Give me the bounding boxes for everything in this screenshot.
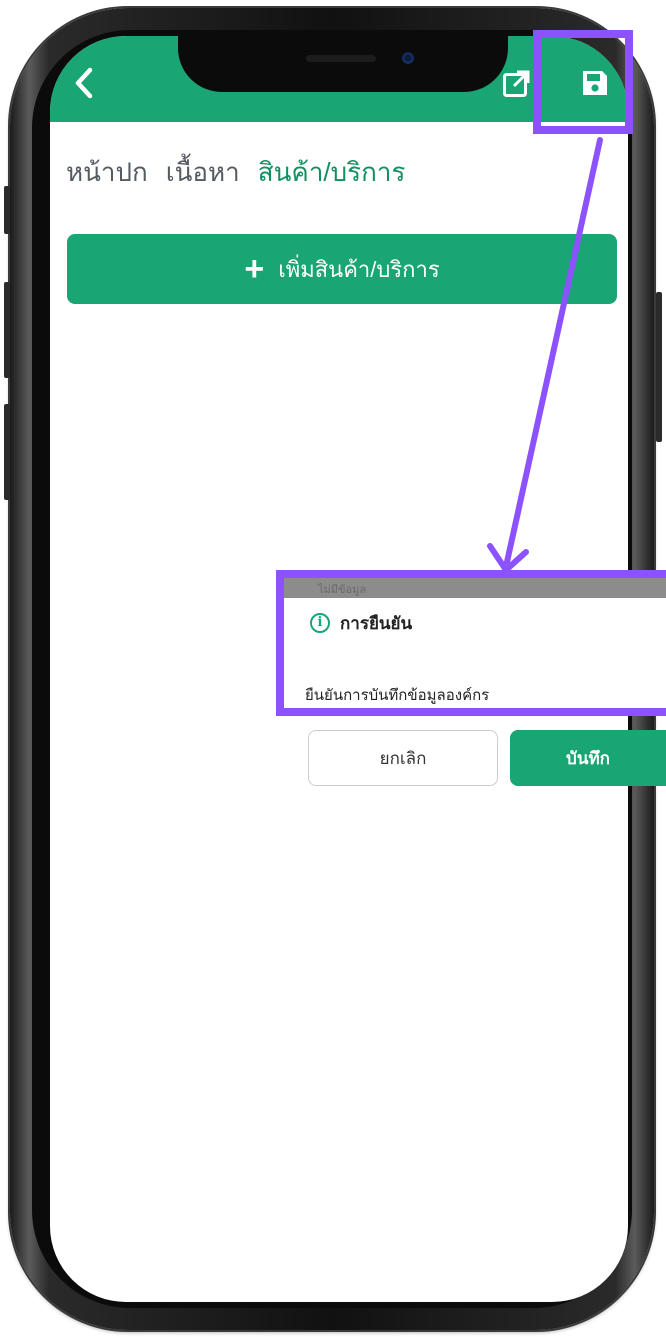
chevron-left-icon[interactable] (72, 66, 98, 100)
dialog-message: ยืนยันการบันทึกข้อมูลองค์กร (305, 687, 490, 704)
front-camera (402, 52, 414, 64)
phone-volume-down-button (4, 404, 10, 500)
backdrop-text: ไม่มีข้อมูล (318, 584, 367, 596)
tab-cover[interactable]: หน้าปก (66, 152, 148, 193)
add-product-label: เพิ่มสินค้า/บริการ (278, 256, 440, 282)
tab-content[interactable]: เนื้อหา (166, 152, 240, 193)
plus-icon: + (244, 250, 265, 288)
save-highlight-box (533, 30, 633, 134)
tab-bar: หน้าปก เนื้อหา สินค้า/บริการ (66, 152, 405, 193)
phone-power-button (656, 292, 662, 442)
add-product-button[interactable]: + เพิ่มสินค้า/บริการ (67, 234, 617, 304)
info-icon (310, 613, 330, 633)
phone-side-button (4, 186, 10, 234)
dialog-title: การยืนยัน (340, 613, 413, 633)
dialog-backdrop: ไม่มีข้อมูล (284, 578, 666, 598)
external-link-icon[interactable] (502, 70, 530, 98)
save-confirm-button[interactable]: บันทึก (510, 730, 666, 786)
phone-volume-up-button (4, 282, 10, 378)
dialog-title-row: การยืนยัน (284, 598, 666, 649)
cancel-button[interactable]: ยกเลิก (308, 730, 498, 786)
tab-products-services[interactable]: สินค้า/บริการ (258, 152, 406, 193)
speaker-grille (306, 55, 376, 62)
phone-notch (178, 36, 508, 92)
